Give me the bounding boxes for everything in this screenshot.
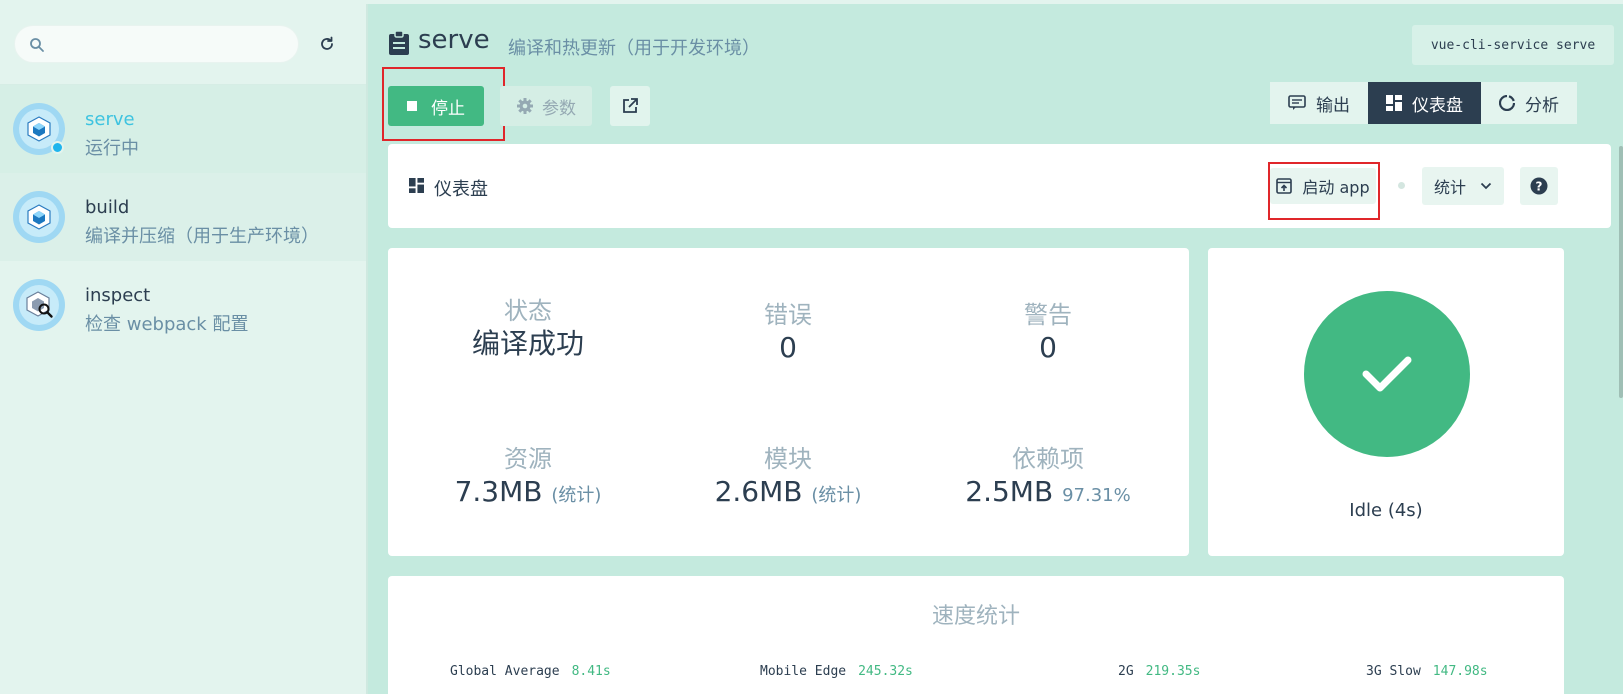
- stop-icon: [407, 101, 417, 111]
- stat-assets: 资源 7.3MB (统计): [428, 444, 628, 514]
- speed-item: 2G 219.35s: [1118, 664, 1200, 679]
- chevron-down-icon: [1480, 182, 1492, 190]
- stat-value: 编译成功: [471, 327, 584, 360]
- stat-value-row: 7.3MB (统计): [428, 474, 628, 514]
- help-button[interactable]: ?: [1520, 167, 1558, 205]
- tab-label: 分析: [1525, 95, 1559, 116]
- speed-label: 3G Slow: [1366, 664, 1421, 679]
- output-icon: [1288, 95, 1306, 110]
- stop-label: 停止: [431, 98, 465, 119]
- task-description: 检查 webpack 配置: [85, 314, 249, 335]
- dashboard-icon: [409, 178, 424, 193]
- task-description: 运行中: [85, 138, 139, 159]
- stat-dependencies: 依赖项 2.5MB 97.31%: [948, 444, 1148, 514]
- stat-value-row: 2.5MB 97.31%: [948, 474, 1148, 514]
- task-name: inspect: [85, 285, 151, 306]
- task-item-serve[interactable]: serve 运行中: [0, 85, 366, 173]
- speed-item: Mobile Edge 245.32s: [760, 664, 913, 679]
- stat-value: 0: [779, 331, 797, 364]
- stat-label: 警告: [1024, 301, 1072, 329]
- stat-value-row: 2.6MB (统计): [688, 474, 888, 514]
- stat-label: 模块: [764, 445, 812, 473]
- speed-value: 8.41s: [571, 664, 611, 679]
- stop-button[interactable]: 停止: [388, 86, 484, 126]
- task-description: 编译并压缩（用于生产环境）: [85, 226, 319, 247]
- task-item-build[interactable]: build 编译并压缩（用于生产环境）: [0, 173, 366, 261]
- speed-label: Mobile Edge: [760, 664, 847, 679]
- search-row: [14, 25, 354, 65]
- open-external-button[interactable]: [610, 86, 650, 126]
- speed-item: 3G Slow 147.98s: [1366, 664, 1488, 679]
- stat-label: 依赖项: [1012, 445, 1084, 473]
- webpack-inspect-icon: [13, 279, 65, 331]
- stats-dropdown[interactable]: 统计: [1422, 167, 1504, 205]
- help-icon: ?: [1530, 177, 1548, 195]
- gear-icon: [517, 98, 533, 114]
- launch-app-label: 启动 app: [1302, 178, 1370, 197]
- speed-value: 245.32s: [858, 664, 913, 679]
- task-name: serve: [85, 109, 135, 130]
- speed-label: 2G: [1118, 664, 1134, 679]
- task-item-inspect[interactable]: inspect 检查 webpack 配置: [0, 261, 366, 349]
- checkmark-icon: [1362, 356, 1412, 392]
- refresh-icon: [321, 36, 333, 50]
- stats-link[interactable]: (统计): [551, 485, 601, 506]
- running-status-dot: [51, 141, 64, 154]
- dashboard-toolbar: 仪表盘 启动 app 统计 ?: [388, 144, 1611, 228]
- build-status-text: Idle (4s): [1349, 500, 1423, 521]
- stat-label: 状态: [504, 297, 552, 325]
- stat-label: 资源: [504, 445, 552, 473]
- stat-modules: 模块 2.6MB (统计): [688, 444, 888, 514]
- tab-output[interactable]: 输出: [1270, 82, 1368, 124]
- dashboard-title: 仪表盘: [434, 179, 488, 200]
- speed-label: Global Average: [450, 664, 560, 679]
- analyze-icon: [1499, 95, 1515, 111]
- build-status-card: Idle (4s): [1208, 248, 1564, 556]
- page-title: serve: [418, 25, 490, 55]
- stat-percentage: 97.31%: [1062, 485, 1131, 506]
- view-switcher: 输出 仪表盘 分析: [1270, 82, 1577, 124]
- search-box[interactable]: [14, 25, 299, 63]
- page-subtitle: 编译和热更新（用于开发环境）: [508, 38, 760, 59]
- stats-dropdown-label: 统计: [1433, 178, 1466, 197]
- stat-value: 2.6MB: [714, 475, 803, 508]
- task-sidebar: serve 运行中 build 编译并压缩（用于生产环境） inspect 检查…: [0, 4, 368, 694]
- scrollbar[interactable]: [1619, 146, 1623, 398]
- tab-label: 输出: [1316, 95, 1350, 116]
- launch-app-button[interactable]: 启动 app: [1270, 168, 1376, 204]
- parameters-button[interactable]: 参数: [500, 86, 592, 126]
- parameters-label: 参数: [542, 98, 576, 119]
- search-icon: [30, 38, 44, 52]
- stats-link[interactable]: (统计): [811, 485, 861, 506]
- tab-analyze[interactable]: 分析: [1481, 82, 1577, 124]
- open-in-browser-icon: [1276, 178, 1293, 194]
- task-details: serve 编译和热更新（用于开发环境） vue-cli-service ser…: [370, 4, 1623, 694]
- webpack-icon: [13, 191, 65, 243]
- tab-dashboard[interactable]: 仪表盘: [1368, 82, 1481, 124]
- speed-stats-title: 速度统计: [931, 604, 1020, 629]
- external-link-icon: [623, 98, 638, 113]
- svg-text:?: ?: [1536, 180, 1543, 194]
- stat-value: 0: [1039, 331, 1057, 364]
- stat-value: 7.3MB: [454, 475, 543, 508]
- refresh-button[interactable]: [316, 33, 338, 55]
- separator-dot: [1398, 182, 1405, 189]
- stat-label: 错误: [764, 301, 812, 329]
- stat-errors: 错误 0: [688, 300, 888, 366]
- search-input[interactable]: [53, 32, 283, 58]
- speed-value: 219.35s: [1145, 664, 1201, 679]
- command-badge: vue-cli-service serve: [1412, 25, 1614, 65]
- clipboard-icon: [389, 30, 409, 55]
- stat-value: 2.5MB: [965, 475, 1054, 508]
- stat-status: 状态 编译成功: [428, 296, 628, 362]
- speed-stats-card: 速度统计 Global Average 8.41s Mobile Edge 245.…: [388, 576, 1564, 694]
- task-name: build: [85, 197, 130, 218]
- dashboard-icon: [1386, 95, 1402, 111]
- speed-value: 147.98s: [1432, 664, 1488, 679]
- tab-label: 仪表盘: [1412, 95, 1463, 116]
- success-indicator: [1304, 291, 1470, 457]
- stat-warnings: 警告 0: [948, 300, 1148, 366]
- speed-item: Global Average 8.41s: [450, 664, 611, 679]
- build-stats-card: 状态 编译成功 错误 0 警告 0 资源 7.3MB (统计) 模块 2.6MB…: [388, 248, 1189, 556]
